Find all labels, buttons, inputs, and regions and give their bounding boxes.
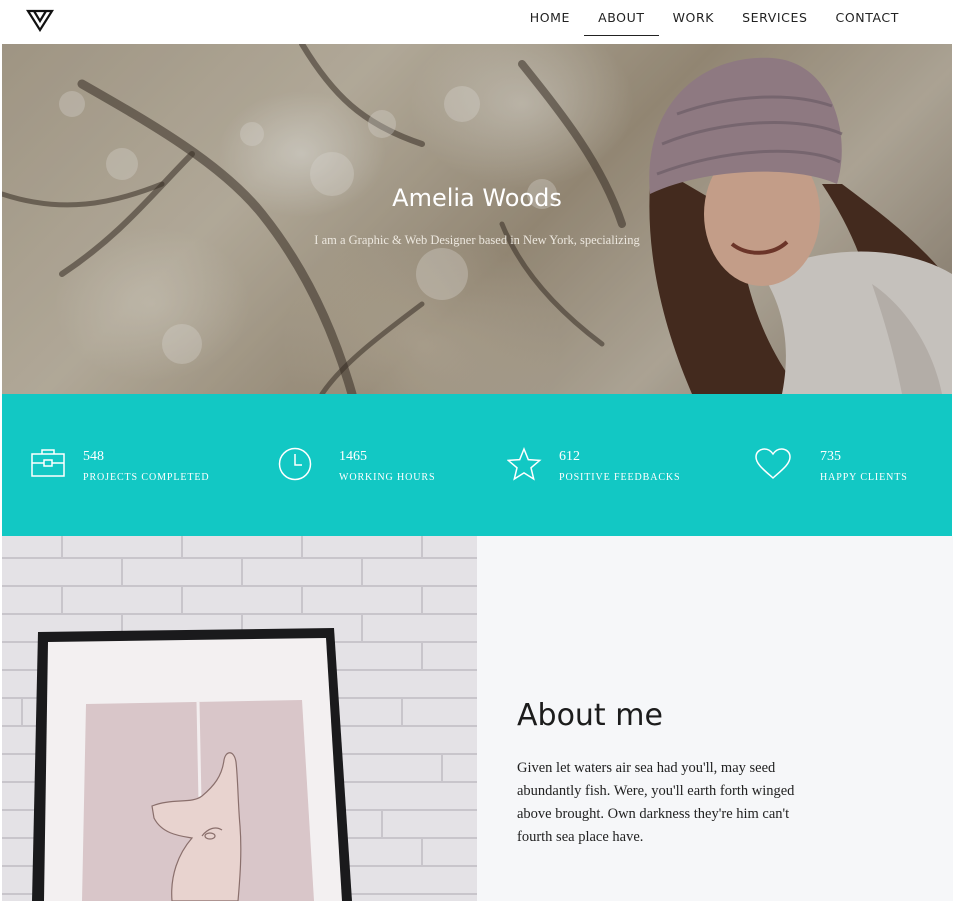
stat-label: PROJECTS COMPLETED — [83, 472, 210, 483]
stats-bar: 548 PROJECTS COMPLETED 1465 WORKING HOUR… — [2, 394, 952, 536]
nav-contact[interactable]: CONTACT — [822, 0, 913, 36]
stat-value: 1465 — [339, 449, 367, 464]
triangle-logo-icon[interactable] — [26, 8, 54, 33]
stat-label: WORKING HOURS — [339, 472, 436, 483]
briefcase-icon — [30, 447, 66, 484]
hero-title: Amelia Woods — [392, 184, 562, 212]
about-text: Given let waters air sea had you'll, may… — [517, 760, 795, 845]
hero-subtitle: I am a Graphic & Web Designer based in N… — [314, 233, 640, 247]
nav-work[interactable]: WORK — [659, 0, 728, 36]
about-title: About me — [517, 698, 663, 733]
stat-label: HAPPY CLIENTS — [820, 472, 908, 483]
about-photo — [2, 536, 477, 901]
star-icon — [506, 447, 543, 486]
nav-home[interactable]: HOME — [516, 0, 584, 36]
hero-overlay — [2, 44, 952, 394]
stat-value: 735 — [820, 449, 841, 464]
stat-label: POSITIVE FEEDBACKS — [559, 472, 681, 483]
clock-icon — [278, 447, 314, 488]
heart-icon — [754, 447, 792, 486]
stat-value: 612 — [559, 449, 580, 464]
nav-services[interactable]: SERVICES — [728, 0, 821, 36]
hero-section: Amelia Woods I am a Graphic & Web Design… — [2, 44, 952, 394]
stat-value: 548 — [83, 449, 104, 464]
site-header: HOME ABOUT WORK SERVICES CONTACT — [0, 0, 953, 44]
nav-about[interactable]: ABOUT — [584, 0, 659, 36]
about-section: About me Given let waters air sea had yo… — [477, 536, 953, 901]
main-nav: HOME ABOUT WORK SERVICES CONTACT — [516, 0, 913, 44]
